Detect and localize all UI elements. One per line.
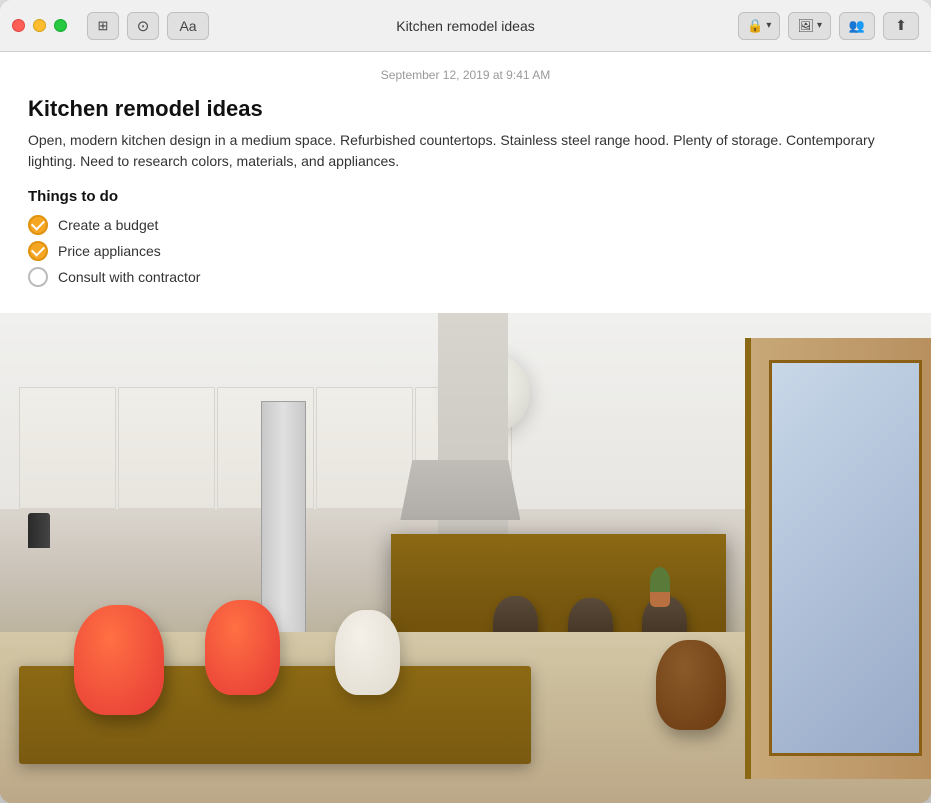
dining-chair-orange-2 [205, 600, 280, 695]
lock-chevron-icon: ▾ [766, 20, 771, 31]
checklist: Create a budget Price appliances Consult… [28, 215, 903, 287]
app-window: ⊞ ⊙ Aa Kitchen remodel ideas 🔒 ▾ 🖼 ▾ 👥 [0, 0, 931, 803]
grid-icon: ⊞ [98, 18, 109, 34]
font-icon: Aa [179, 18, 196, 34]
section-heading: Things to do [28, 188, 903, 205]
lock-button[interactable]: 🔒 ▾ [738, 12, 780, 40]
checkbox-unchecked-3[interactable] [28, 267, 48, 287]
dining-chair-orange-1 [74, 605, 164, 715]
toolbar: ⊞ ⊙ Aa [87, 12, 209, 40]
people-icon: 👥 [849, 18, 865, 34]
titlebar-right-controls: 🔒 ▾ 🖼 ▾ 👥 ⬆ [738, 12, 919, 40]
range-hood [400, 460, 520, 520]
list-item[interactable]: Consult with contractor [28, 267, 903, 287]
note-date: September 12, 2019 at 9:41 AM [28, 68, 903, 82]
share-people-button[interactable]: 👥 [839, 12, 875, 40]
lock-icon: 🔒 [747, 18, 763, 34]
check-circle-icon: ⊙ [137, 17, 150, 35]
plant-pot [650, 592, 670, 607]
cabinet-2 [118, 387, 215, 510]
window-title: Kitchen remodel ideas [396, 18, 535, 34]
cabinet-4 [316, 387, 413, 510]
checklist-item-label-1: Create a budget [58, 217, 158, 233]
font-button[interactable]: Aa [167, 12, 209, 40]
photo-icon: 🖼 [797, 18, 814, 34]
share-icon: ⬆ [895, 17, 907, 34]
maximize-button[interactable] [54, 19, 67, 32]
window-right [745, 338, 931, 779]
checkbox-checked-2[interactable] [28, 241, 48, 261]
kitchen-photo [0, 313, 931, 803]
checklist-item-label-3: Consult with contractor [58, 269, 200, 285]
note-text-area: September 12, 2019 at 9:41 AM Kitchen re… [0, 52, 931, 313]
close-button[interactable] [12, 19, 25, 32]
photo-chevron-icon: ▾ [817, 20, 822, 31]
list-item[interactable]: Create a budget [28, 215, 903, 235]
minimize-button[interactable] [33, 19, 46, 32]
kitchen-appliance [28, 513, 50, 548]
window-glass [769, 360, 922, 757]
titlebar: ⊞ ⊙ Aa Kitchen remodel ideas 🔒 ▾ 🖼 ▾ 👥 [0, 0, 931, 52]
range-hood-column [438, 313, 508, 558]
dining-chair-white [335, 610, 400, 695]
note-body[interactable]: Open, modern kitchen design in a medium … [28, 130, 903, 172]
photo-button[interactable]: 🖼 ▾ [788, 12, 831, 40]
checklist-button[interactable]: ⊙ [127, 12, 159, 40]
list-item[interactable]: Price appliances [28, 241, 903, 261]
note-title[interactable]: Kitchen remodel ideas [28, 96, 903, 122]
share-button[interactable]: ⬆ [883, 12, 919, 40]
note-content: September 12, 2019 at 9:41 AM Kitchen re… [0, 52, 931, 803]
grid-view-button[interactable]: ⊞ [87, 12, 119, 40]
dining-chair-wood [656, 640, 726, 730]
traffic-lights [12, 19, 67, 32]
checklist-item-label-2: Price appliances [58, 243, 161, 259]
checkbox-checked-1[interactable] [28, 215, 48, 235]
cabinet-1 [19, 387, 116, 510]
